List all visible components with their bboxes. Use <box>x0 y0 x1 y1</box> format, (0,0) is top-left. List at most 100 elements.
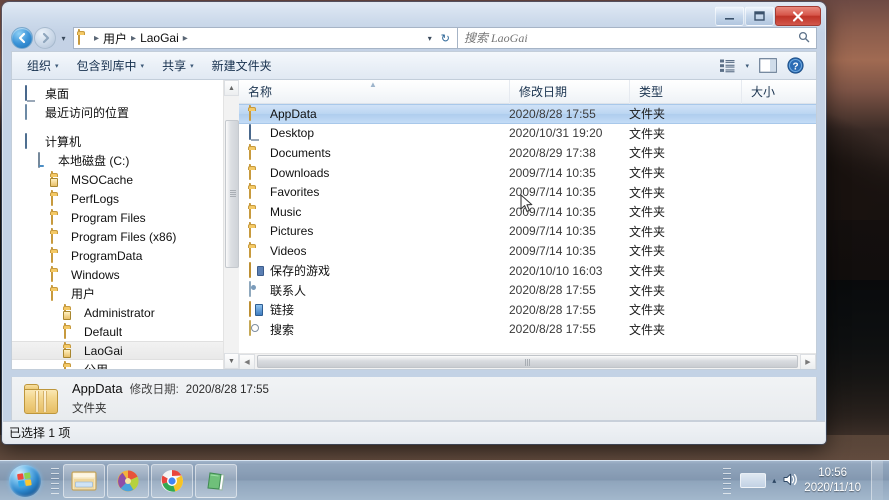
file-row-name-cell[interactable]: 保存的游戏 <box>239 261 509 279</box>
file-row-name-cell[interactable]: Videos <box>239 241 509 259</box>
hscroll-thumb[interactable] <box>257 354 798 368</box>
change-view-icon[interactable] <box>716 57 739 75</box>
include-in-library-label: 包含到库中 <box>76 59 137 73</box>
folder-icon <box>50 208 66 226</box>
taskbar-grip-handle[interactable] <box>51 467 59 494</box>
sidebar-item-本地磁盘 (C:)[interactable]: 本地磁盘 (C:) <box>12 151 239 170</box>
file-row-name-cell[interactable]: 链接 <box>239 300 509 318</box>
sidebar-item-公用[interactable]: 公用 <box>12 360 239 369</box>
file-list-pane[interactable]: 名称 修改日期 类型 大小 ▲ AppData 2020/8/28 17:55 文件… <box>239 80 816 369</box>
search-icon[interactable] <box>798 31 810 46</box>
include-in-library-button[interactable]: 包含到库中 ▾ <box>68 53 154 78</box>
file-row-name-cell[interactable]: Music <box>239 202 509 220</box>
column-header-type[interactable]: 类型 <box>629 80 741 104</box>
show-desktop-button[interactable] <box>871 460 883 500</box>
tray-grip-handle[interactable] <box>723 467 732 494</box>
recent-locations-dropdown[interactable]: ▾ <box>58 34 69 43</box>
table-row[interactable]: 联系人 2020/8/28 17:55 文件夹 <box>239 280 816 300</box>
file-row-name-cell[interactable]: AppData <box>239 104 509 122</box>
show-preview-pane-icon[interactable] <box>755 56 781 75</box>
sidebar-item-最近访问的位置[interactable]: 最近访问的位置 <box>12 103 239 122</box>
breadcrumb-item-0[interactable]: 用户 <box>100 28 130 48</box>
file-row-type: 文件夹 <box>629 107 666 122</box>
back-button[interactable] <box>11 27 33 49</box>
file-row-name-cell[interactable]: 联系人 <box>239 281 509 299</box>
sidebar-item-用户[interactable]: 用户 <box>12 284 239 303</box>
folder-icon <box>248 202 264 220</box>
file-row-date: 2020/10/31 19:20 <box>509 126 603 141</box>
navigation-pane[interactable]: 桌面 最近访问的位置 计算机 本地磁盘 (C:) MSOCache PerfLogs Pro… <box>12 80 239 369</box>
sidebar-item-计算机[interactable]: 计算机 <box>12 132 239 151</box>
breadcrumb-sep-2[interactable]: ▸ <box>182 33 189 44</box>
firefox-icon <box>117 470 139 491</box>
file-row-name-cell[interactable]: Desktop <box>239 124 509 141</box>
file-row-name-cell[interactable]: Pictures <box>239 222 509 239</box>
organize-button[interactable]: 组织 ▾ <box>18 53 68 78</box>
file-row-date: 2020/8/29 17:38 <box>509 145 596 160</box>
file-row-name-cell[interactable]: Downloads <box>239 163 509 181</box>
show-hidden-icons-icon[interactable]: ▴ <box>772 476 776 485</box>
hscroll-left-arrow[interactable]: ◀ <box>239 353 255 369</box>
sidebar-item-Windows[interactable]: Windows <box>12 265 239 284</box>
hscroll-track[interactable] <box>255 354 800 370</box>
table-row[interactable]: 保存的游戏 2020/10/10 16:03 文件夹 <box>239 261 816 281</box>
file-row-name-cell[interactable]: Documents <box>239 143 509 161</box>
column-header-size[interactable]: 大小 <box>741 80 811 104</box>
sidebar-item-label: Program Files (x86) <box>71 229 177 244</box>
sidebar-item-LaoGai[interactable]: LaoGai <box>12 341 239 360</box>
clock[interactable]: 10:56 2020/11/10 <box>804 466 865 495</box>
help-icon[interactable]: ? <box>783 55 808 76</box>
language-indicator[interactable] <box>740 473 767 488</box>
minimize-button[interactable] <box>715 6 744 26</box>
hscroll-right-arrow[interactable]: ▶ <box>800 353 816 369</box>
nav-scroll-up-arrow[interactable]: ▲ <box>224 80 239 96</box>
table-row[interactable]: Pictures 2009/7/14 10:35 文件夹 <box>239 222 816 242</box>
nav-scrollbar-thumb[interactable] <box>225 120 239 268</box>
new-folder-button[interactable]: 新建文件夹 <box>203 53 281 78</box>
navigation-pane-scrollbar[interactable]: ▲ ▼ <box>223 80 239 369</box>
breadcrumb-item-1[interactable]: LaoGai <box>137 28 182 48</box>
nav-scroll-down-arrow[interactable]: ▼ <box>224 353 239 369</box>
view-chevron-down-icon[interactable]: ▾ <box>741 60 753 72</box>
windows-explorer-taskbar-button[interactable] <box>63 463 105 498</box>
sidebar-item-Program Files[interactable]: Program Files <box>12 208 239 227</box>
sidebar-item-MSOCache[interactable]: MSOCache <box>12 170 239 189</box>
breadcrumb[interactable]: ▸ 用户 ▸ LaoGai ▸ ▾ ↻ <box>73 27 457 49</box>
table-row[interactable]: Videos 2009/7/14 10:35 文件夹 <box>239 241 816 261</box>
sidebar-item-PerfLogs[interactable]: PerfLogs <box>12 189 239 208</box>
file-row-name-cell[interactable]: Favorites <box>239 183 509 200</box>
table-row[interactable]: Documents 2020/8/29 17:38 文件夹 <box>239 143 816 163</box>
close-button[interactable] <box>775 6 821 26</box>
breadcrumb-history-dropdown-icon[interactable]: ▾ <box>423 34 437 43</box>
search-box[interactable] <box>457 27 817 49</box>
file-row-type: 文件夹 <box>629 126 666 141</box>
sidebar-item-Administrator[interactable]: Administrator <box>12 303 239 322</box>
sidebar-item-Program Files (x86)[interactable]: Program Files (x86) <box>12 227 239 246</box>
file-row-name-cell[interactable]: 搜索 <box>239 320 509 338</box>
chrome-taskbar-button[interactable] <box>151 463 193 498</box>
column-header-date-modified[interactable]: 修改日期 <box>509 80 629 104</box>
file-row-date: 2009/7/14 10:35 <box>509 243 596 258</box>
table-row[interactable]: 搜索 2020/8/28 17:55 文件夹 <box>239 320 816 340</box>
share-button[interactable]: 共享 ▾ <box>153 53 203 78</box>
forward-button[interactable] <box>34 27 56 49</box>
table-row[interactable]: AppData 2020/8/28 17:55 文件夹 <box>239 104 816 124</box>
start-button[interactable] <box>2 462 48 500</box>
nav-scrollbar-grip <box>230 190 236 198</box>
breadcrumb-sep-1[interactable]: ▸ <box>130 33 137 44</box>
table-row[interactable]: Favorites 2009/7/14 10:35 文件夹 <box>239 182 816 202</box>
sidebar-item-ProgramData[interactable]: ProgramData <box>12 246 239 265</box>
sidebar-item-桌面[interactable]: 桌面 <box>12 84 239 103</box>
firefox-taskbar-button[interactable] <box>107 463 149 498</box>
table-row[interactable]: Desktop 2020/10/31 19:20 文件夹 <box>239 124 816 144</box>
table-row[interactable]: Downloads 2009/7/14 10:35 文件夹 <box>239 163 816 183</box>
table-row[interactable]: Music 2009/7/14 10:35 文件夹 <box>239 202 816 222</box>
file-list-horizontal-scrollbar[interactable]: ◀ ▶ <box>239 353 816 369</box>
search-input[interactable] <box>464 30 810 46</box>
notepad-taskbar-button[interactable] <box>195 463 237 498</box>
sidebar-item-Default[interactable]: Default <box>12 322 239 341</box>
table-row[interactable]: 链接 2020/8/28 17:55 文件夹 <box>239 300 816 320</box>
refresh-icon[interactable]: ↻ <box>437 32 454 45</box>
maximize-button[interactable] <box>745 6 774 26</box>
volume-icon[interactable] <box>782 472 798 490</box>
